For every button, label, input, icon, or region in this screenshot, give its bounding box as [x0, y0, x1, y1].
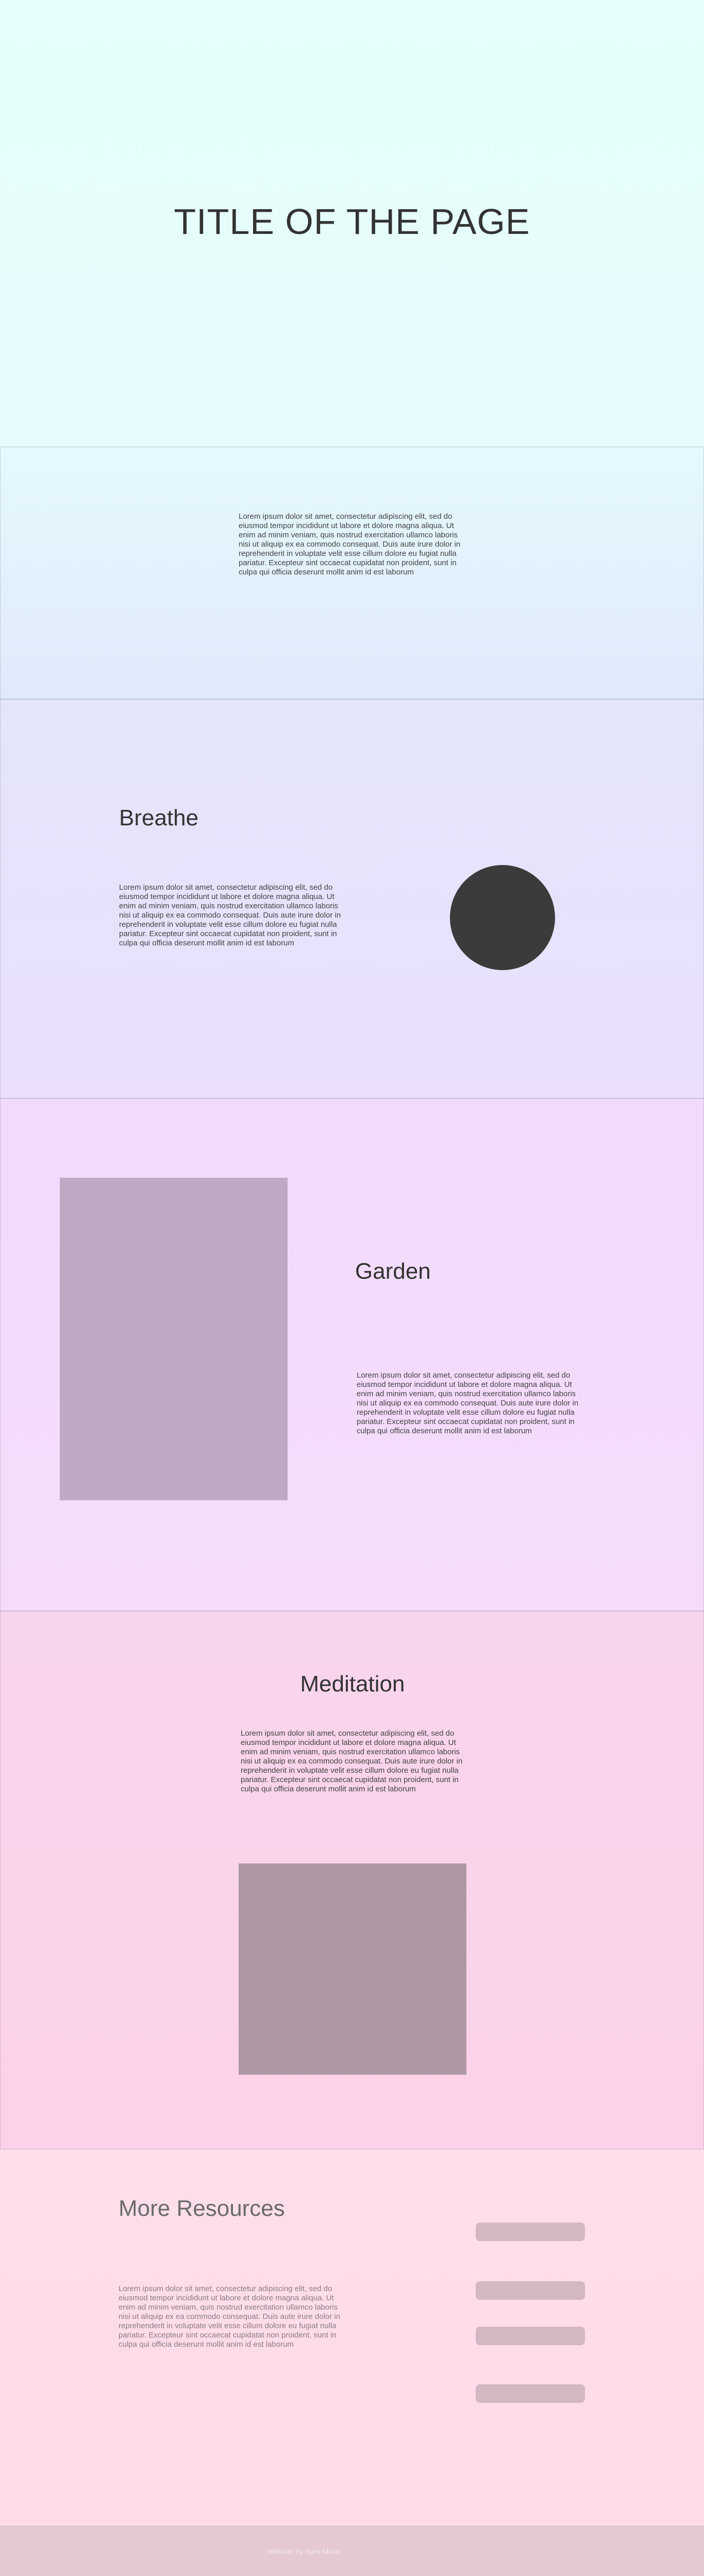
meditation-image-placeholder: [239, 1863, 466, 2075]
breathe-text: Lorem ipsum dolor sit amet, consectetur …: [119, 883, 341, 947]
resource-link-4[interactable]: [476, 2384, 585, 2403]
intro-section: Lorem ipsum dolor sit amet, consectetur …: [0, 447, 704, 699]
meditation-text: Lorem ipsum dolor sit amet, consectetur …: [241, 1729, 463, 1793]
resource-link-1[interactable]: [476, 2223, 585, 2241]
garden-text: Lorem ipsum dolor sit amet, consectetur …: [357, 1371, 579, 1435]
footer: Website by Sara Marie ———————————————: [0, 2526, 704, 2576]
meditation-heading: Meditation: [300, 1671, 405, 1697]
breathe-section: Breathe Lorem ipsum dolor sit amet, cons…: [0, 699, 704, 1098]
resource-link-2[interactable]: [476, 2281, 585, 2300]
resource-link-3[interactable]: [476, 2327, 585, 2345]
garden-heading: Garden: [355, 1259, 431, 1284]
page-title: TITLE OF THE PAGE: [174, 201, 530, 242]
breathe-heading: Breathe: [119, 805, 199, 831]
hero-section: TITLE OF THE PAGE: [0, 0, 704, 447]
footer-credit: Website by Sara Marie ———————————————: [0, 2547, 704, 2555]
meditation-section: Meditation Lorem ipsum dolor sit amet, c…: [0, 1611, 704, 2149]
intro-text: Lorem ipsum dolor sit amet, consectetur …: [239, 512, 461, 577]
breathe-circle-image: [450, 865, 555, 970]
footer-credit-sub: ———————————————: [343, 2548, 437, 2555]
garden-section: Garden Lorem ipsum dolor sit amet, conse…: [0, 1098, 704, 1611]
resources-heading: More Resources: [119, 2196, 285, 2221]
footer-credit-text: Website by Sara Marie: [267, 2547, 341, 2555]
garden-image-placeholder: [60, 1178, 288, 1500]
resources-text: Lorem ipsum dolor sit amet, consectetur …: [119, 2284, 341, 2349]
resources-section: More Resources Lorem ipsum dolor sit ame…: [0, 2149, 704, 2526]
